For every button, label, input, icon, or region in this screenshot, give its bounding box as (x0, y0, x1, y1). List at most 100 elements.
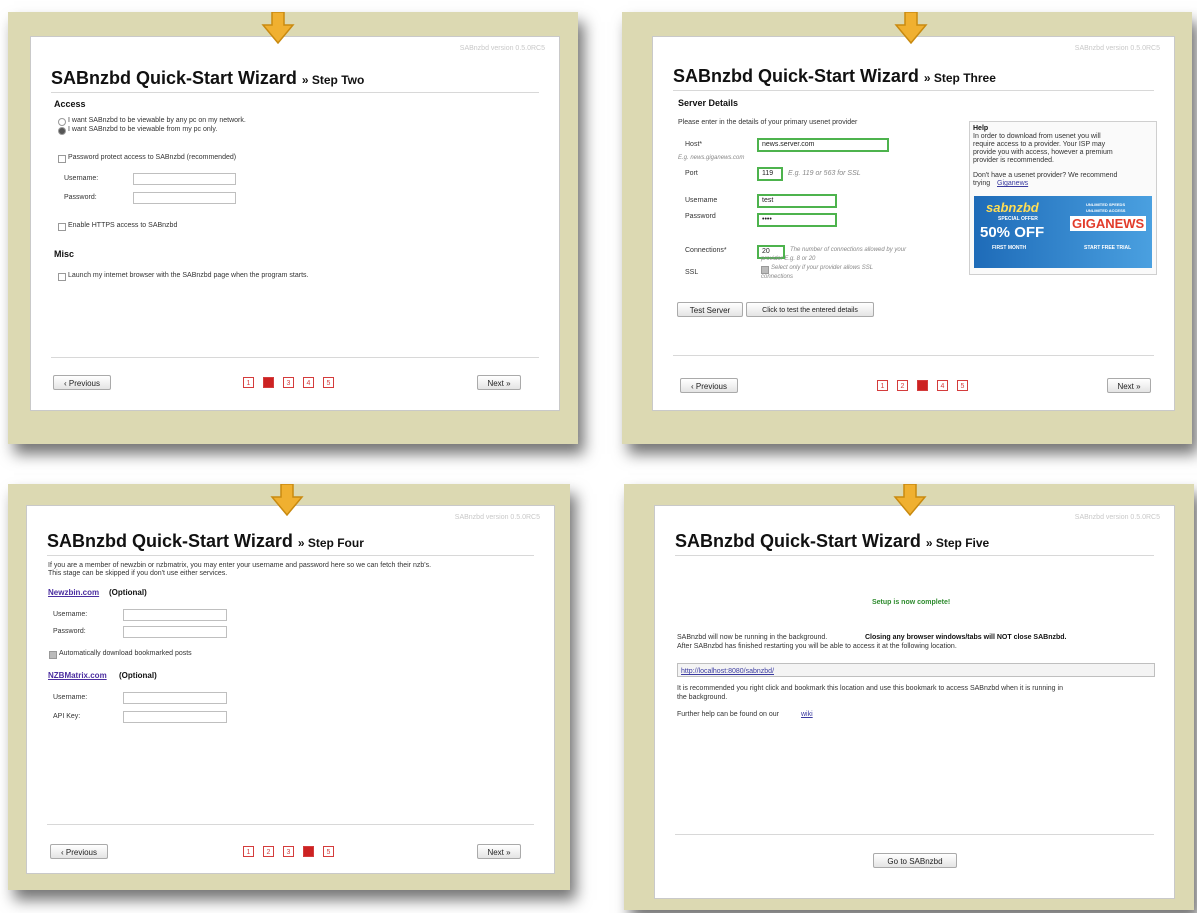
ssl-hint: connections (761, 274, 794, 280)
divider (47, 824, 534, 825)
page-2[interactable]: 2 (897, 380, 908, 391)
radio-local[interactable] (58, 127, 66, 135)
nzbmatrix-username-field[interactable] (123, 692, 227, 704)
radio-network[interactable] (58, 118, 66, 126)
password-protect-checkbox[interactable] (58, 155, 66, 163)
version-text: SABnzbd version 0.5.0RC5 (454, 514, 540, 521)
page-3[interactable]: 3 (283, 846, 294, 857)
misc-heading: Misc (54, 249, 75, 259)
connections-hint: provider E.g. 8 or 20 (761, 256, 816, 262)
banner-trial: START FREE TRIAL (1084, 245, 1132, 251)
port-field[interactable]: 119 (757, 167, 783, 181)
step-label: » Step Four (297, 536, 364, 550)
username-label: Username (685, 197, 718, 204)
divider (673, 90, 1154, 91)
divider (47, 555, 534, 556)
auto-download-checkbox[interactable] (49, 651, 57, 659)
ssl-hint: Select only if your provider allows SSL (771, 265, 874, 271)
https-checkbox[interactable] (58, 223, 66, 231)
username-field[interactable]: test (757, 194, 837, 208)
radio-local-label: I want SABnzbd to be viewable from my pc… (68, 126, 218, 133)
down-arrow-icon (894, 12, 928, 44)
divider (51, 357, 539, 358)
divider (675, 834, 1154, 835)
step-label: » Step Five (925, 536, 990, 550)
giganews-banner[interactable]: sabnzbd SPECIAL OFFER 50% OFF FIRST MONT… (974, 196, 1152, 268)
connections-label: Connections* (685, 247, 727, 254)
password-label: Password: (53, 628, 86, 635)
ssl-checkbox[interactable] (761, 266, 769, 274)
help-text: require access to a provider. Your ISP m… (973, 141, 1106, 148)
banner-tag: UNLIMITED ACCESS (1086, 208, 1126, 213)
help-box: Help In order to download from usenet yo… (969, 121, 1157, 275)
page-5[interactable]: 5 (323, 846, 334, 857)
host-label: Host* (685, 141, 703, 148)
sabnzbd-url-field[interactable]: http://localhost:8080/sabnzbd/ (677, 663, 1155, 677)
page-4[interactable]: 4 (303, 846, 314, 857)
closing-warning: Closing any browser windows/tabs will NO… (865, 634, 1067, 641)
page-title: SABnzbd Quick-Start Wizard » Step Three (673, 66, 996, 87)
wiki-link[interactable]: wiki (801, 711, 813, 718)
optional-label: (Optional) (119, 671, 157, 680)
go-to-sabnzbd-button[interactable]: Go to SABnzbd (873, 853, 957, 868)
help-text: trying (973, 180, 991, 187)
page-3[interactable]: 3 (917, 380, 928, 391)
page-title: SABnzbd Quick-Start Wizard » Step Five (675, 531, 989, 552)
bookmark-text: It is recommended you right click and bo… (677, 685, 1063, 692)
access-heading: Access (54, 99, 86, 109)
ssl-label: SSL (685, 269, 699, 276)
bookmark-text: the background. (677, 694, 728, 701)
password-protect-label: Password protect access to SABnzbd (reco… (68, 154, 237, 161)
password-label: Password (685, 213, 716, 220)
giganews-link[interactable]: Giganews (997, 180, 1028, 187)
password-field[interactable] (133, 192, 236, 204)
newzbin-username-field[interactable] (123, 609, 227, 621)
password-field[interactable]: •••• (757, 213, 837, 227)
page-3[interactable]: 3 (283, 377, 294, 388)
nzbmatrix-apikey-field[interactable] (123, 711, 227, 723)
after-restart-text: After SABnzbd has finished restarting yo… (677, 643, 957, 650)
page-4[interactable]: 4 (937, 380, 948, 391)
launch-browser-checkbox[interactable] (58, 273, 66, 281)
help-title: Help (973, 125, 989, 132)
help-text: provide you with access, however a premi… (973, 149, 1113, 156)
page-2[interactable]: 2 (263, 846, 274, 857)
next-button[interactable]: Next » (477, 375, 521, 390)
banner-brand: sabnzbd (986, 200, 1039, 215)
intro-text: This stage can be skipped if you don't u… (48, 570, 228, 577)
username-field[interactable] (133, 173, 236, 185)
nzbmatrix-link[interactable]: NZBMatrix.com (48, 671, 107, 680)
page-1[interactable]: 1 (877, 380, 888, 391)
apikey-label: API Key: (53, 713, 81, 720)
page-5[interactable]: 5 (957, 380, 968, 391)
auto-download-label: Automatically download bookmarked posts (59, 650, 192, 657)
connections-hint: The number of connections allowed by you… (790, 247, 907, 253)
wizard-title: SABnzbd Quick-Start Wizard (51, 68, 297, 88)
page-4[interactable]: 4 (303, 377, 314, 388)
version-text: SABnzbd version 0.5.0RC5 (1074, 514, 1160, 521)
page-5[interactable]: 5 (323, 377, 334, 388)
page-2[interactable]: 2 (263, 377, 274, 388)
setup-complete-text: Setup is now complete! (872, 599, 951, 606)
divider (51, 92, 539, 93)
previous-button[interactable]: ‹ Previous (53, 375, 111, 390)
newzbin-link[interactable]: Newzbin.com (48, 588, 99, 597)
version-text: SABnzbd version 0.5.0RC5 (1074, 45, 1160, 52)
next-button[interactable]: Next » (1107, 378, 1151, 393)
banner-tag: UNLIMITED SPEEDS (1086, 202, 1126, 207)
step-two-panel: SABnzbd version 0.5.0RC5 SABnzbd Quick-S… (30, 36, 560, 411)
newzbin-password-field[interactable] (123, 626, 227, 638)
page-1[interactable]: 1 (243, 377, 254, 388)
sabnzbd-url-link[interactable]: http://localhost:8080/sabnzbd/ (681, 666, 774, 678)
wizard-title: SABnzbd Quick-Start Wizard (675, 531, 921, 551)
version-text: SABnzbd version 0.5.0RC5 (459, 45, 545, 52)
divider (673, 355, 1154, 356)
test-server-button[interactable]: Test Server (677, 302, 743, 317)
host-field[interactable]: news.server.com (757, 138, 889, 152)
down-arrow-icon (893, 484, 927, 516)
previous-button[interactable]: ‹ Previous (680, 378, 738, 393)
page-1[interactable]: 1 (243, 846, 254, 857)
username-label: Username: (53, 611, 88, 618)
previous-button[interactable]: ‹ Previous (50, 844, 108, 859)
next-button[interactable]: Next » (477, 844, 521, 859)
